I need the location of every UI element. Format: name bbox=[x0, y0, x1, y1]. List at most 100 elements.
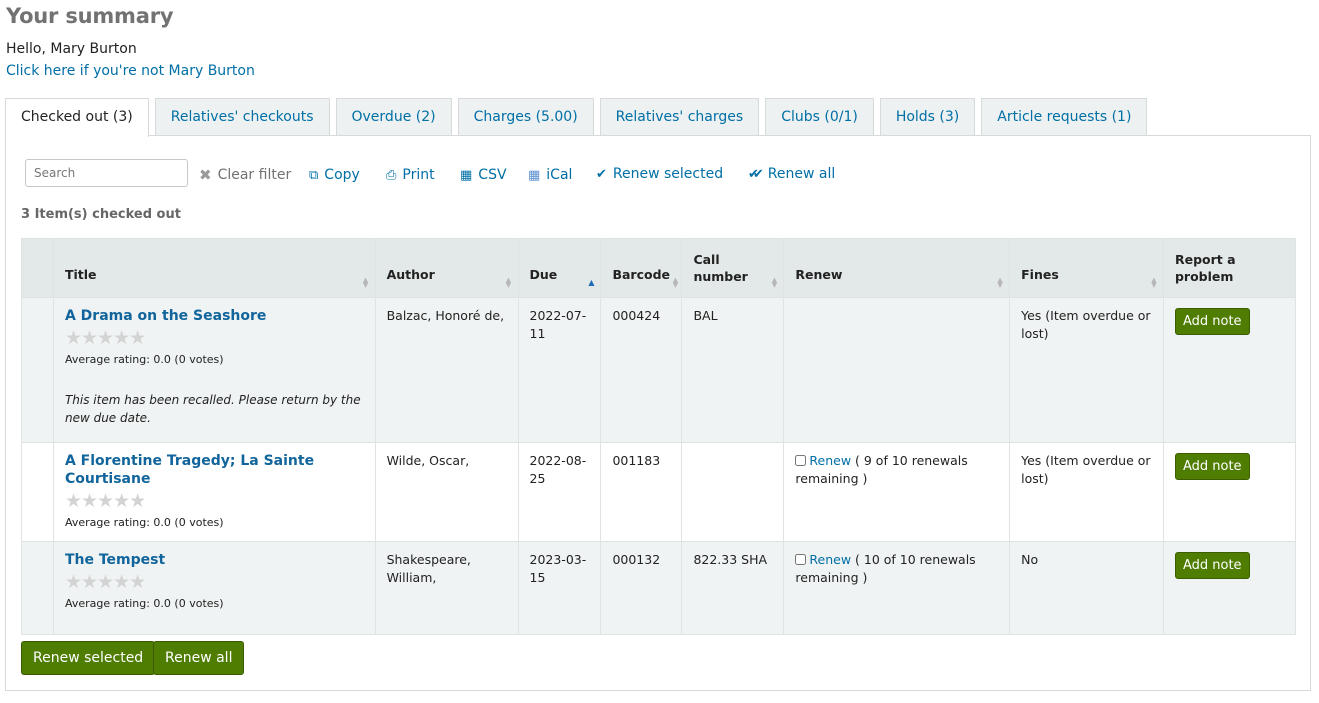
call-number-cell bbox=[681, 442, 785, 542]
report-cell: Add note bbox=[1162, 297, 1297, 443]
tab-overdue[interactable]: Overdue (2) bbox=[335, 98, 452, 135]
renew-cell: Renew ( 9 of 10 renewals remaining ) bbox=[783, 442, 1011, 542]
barcode-cell: 000132 bbox=[600, 541, 683, 635]
rating-stars[interactable]: ★★★★★ bbox=[65, 490, 364, 512]
recall-notice: This item has been recalled. Please retu… bbox=[64, 393, 361, 425]
table-row: A Drama on the Seashore ★★★★★ Average ra… bbox=[21, 297, 1297, 443]
select-cell bbox=[21, 541, 54, 635]
author-cell: Balzac, Honoré de, bbox=[374, 297, 519, 443]
column-header-renew[interactable]: Renew ▲ ▼ bbox=[783, 238, 1011, 298]
tab-relatives-charges[interactable]: Relatives' charges bbox=[599, 98, 760, 135]
renew-checkbox[interactable] bbox=[795, 455, 807, 466]
sort-ascending-icon: ▲ bbox=[588, 278, 595, 287]
close-icon: ✖ bbox=[199, 166, 212, 184]
barcode-cell: 001183 bbox=[600, 442, 683, 542]
sort-icon: ▲ ▼ bbox=[771, 276, 778, 289]
calendar-icon: ▦ bbox=[528, 167, 541, 183]
print-icon: ⎙ bbox=[386, 167, 397, 183]
title-link[interactable]: The Tempest bbox=[65, 551, 364, 569]
clear-filter-label: Clear filter bbox=[217, 167, 292, 183]
column-header-select bbox=[21, 238, 54, 298]
items-count-heading: 3 Item(s) checked out bbox=[21, 207, 181, 222]
print-button[interactable]: ⎙ Print bbox=[386, 167, 435, 183]
tab-checked-out[interactable]: Checked out (3) bbox=[5, 98, 149, 137]
summary-tabs: Checked out (3) Relatives' checkouts Ove… bbox=[5, 98, 1153, 137]
column-header-due[interactable]: Due ▲ bbox=[517, 238, 602, 298]
table-header-row: Title ▲ ▼ Author ▲ ▼ Due ▲ Barcode ▲ ▼ Call num… bbox=[21, 238, 1297, 298]
rating-stars[interactable]: ★★★★★ bbox=[65, 327, 364, 349]
call-number-cell: 822.33 SHA bbox=[681, 541, 785, 635]
title-link[interactable]: A Florentine Tragedy; La Sainte Courtisa… bbox=[65, 452, 364, 488]
due-date-cell: 2022-08- 25 bbox=[517, 442, 602, 542]
renew-checkbox[interactable] bbox=[795, 554, 807, 565]
sort-icon: ▲ ▼ bbox=[1151, 276, 1157, 289]
sort-icon: ▲ ▼ bbox=[505, 276, 512, 289]
call-number-cell: BAL bbox=[681, 297, 785, 443]
add-note-button[interactable]: Add note bbox=[1174, 552, 1250, 579]
due-date-cell: 2023-03- 15 bbox=[517, 541, 602, 635]
not-me-link[interactable]: Click here if you're not Mary Burton bbox=[6, 63, 255, 79]
average-rating: Average rating: 0.0 (0 votes) bbox=[64, 597, 224, 610]
tab-charges[interactable]: Charges (5.00) bbox=[457, 98, 594, 135]
fines-cell: Yes (Item overdue or lost) bbox=[1009, 442, 1164, 542]
tab-clubs[interactable]: Clubs (0/1) bbox=[765, 98, 874, 135]
renew-cell bbox=[783, 297, 1011, 443]
renew-all-link[interactable]: ✔✔ Renew all bbox=[748, 166, 835, 182]
author-cell: Wilde, Oscar, bbox=[374, 442, 519, 542]
rating-stars[interactable]: ★★★★★ bbox=[65, 571, 364, 593]
barcode-cell: 000424 bbox=[600, 297, 683, 443]
average-rating: Average rating: 0.0 (0 votes) bbox=[64, 353, 224, 366]
renew-selected-label: Renew selected bbox=[612, 166, 724, 182]
report-cell: Add note bbox=[1162, 442, 1297, 542]
due-date-cell: 2022-07- 11 bbox=[517, 297, 602, 443]
print-label: Print bbox=[402, 167, 435, 183]
renew-selected-link[interactable]: ✔ Renew selected bbox=[596, 166, 723, 182]
renew-link[interactable]: Renew bbox=[809, 453, 851, 468]
search-input[interactable] bbox=[25, 159, 188, 187]
tab-article-requests[interactable]: Article requests (1) bbox=[981, 98, 1148, 135]
copy-button[interactable]: ⧉ Copy bbox=[309, 167, 360, 183]
fines-cell: Yes (Item overdue or lost) bbox=[1009, 297, 1164, 443]
ical-button[interactable]: ▦ iCal bbox=[528, 167, 572, 183]
column-header-call-number[interactable]: Call number ▲ ▼ bbox=[681, 238, 785, 298]
table-icon: ▦ bbox=[460, 167, 473, 183]
add-note-button[interactable]: Add note bbox=[1174, 308, 1250, 335]
double-check-icon: ✔✔ bbox=[748, 166, 764, 182]
check-icon: ✔ bbox=[596, 166, 607, 182]
renew-all-label: Renew all bbox=[767, 166, 836, 182]
title-cell: The Tempest ★★★★★ Average rating: 0.0 (0… bbox=[52, 541, 376, 635]
column-header-report-problem: Report a problem bbox=[1162, 238, 1297, 298]
report-cell: Add note bbox=[1162, 541, 1297, 635]
select-cell bbox=[21, 442, 54, 542]
table-row: The Tempest ★★★★★ Average rating: 0.0 (0… bbox=[21, 541, 1297, 635]
renew-link[interactable]: Renew bbox=[809, 552, 851, 567]
column-header-fines[interactable]: Fines ▲ ▼ bbox=[1009, 238, 1164, 298]
due-date: 2023-03- 15 bbox=[529, 552, 587, 585]
tab-holds[interactable]: Holds (3) bbox=[879, 98, 976, 135]
renew-selected-button[interactable]: Renew selected bbox=[21, 641, 156, 675]
ical-label: iCal bbox=[546, 167, 573, 183]
select-cell bbox=[21, 297, 54, 443]
sort-icon: ▲ ▼ bbox=[672, 276, 679, 289]
clear-filter-button[interactable]: ✖ Clear filter bbox=[199, 166, 291, 184]
checkouts-table: Title ▲ ▼ Author ▲ ▼ Due ▲ Barcode ▲ ▼ Call num… bbox=[21, 238, 1297, 635]
column-header-title[interactable]: Title ▲ ▼ bbox=[52, 238, 376, 298]
fines-cell: No bbox=[1009, 541, 1164, 635]
renew-all-button[interactable]: Renew all bbox=[153, 641, 245, 675]
table-row: A Florentine Tragedy; La Sainte Courtisa… bbox=[21, 442, 1297, 542]
tab-relatives-checkouts[interactable]: Relatives' checkouts bbox=[154, 98, 330, 135]
due-date: 2022-07- 11 bbox=[529, 308, 587, 341]
title-link[interactable]: A Drama on the Seashore bbox=[65, 307, 364, 325]
copy-icon: ⧉ bbox=[309, 167, 319, 183]
column-header-barcode[interactable]: Barcode ▲ ▼ bbox=[600, 238, 683, 298]
title-cell: A Drama on the Seashore ★★★★★ Average ra… bbox=[52, 297, 376, 443]
sort-icon: ▲ ▼ bbox=[997, 276, 1003, 289]
csv-button[interactable]: ▦ CSV bbox=[460, 167, 507, 183]
greeting: Hello, Mary Burton bbox=[6, 41, 137, 57]
copy-label: Copy bbox=[324, 167, 360, 183]
author-cell: Shakespeare, William, bbox=[374, 541, 519, 635]
column-header-author[interactable]: Author ▲ ▼ bbox=[374, 238, 519, 298]
title-cell: A Florentine Tragedy; La Sainte Courtisa… bbox=[52, 442, 376, 542]
add-note-button[interactable]: Add note bbox=[1174, 453, 1250, 480]
average-rating: Average rating: 0.0 (0 votes) bbox=[64, 516, 224, 529]
